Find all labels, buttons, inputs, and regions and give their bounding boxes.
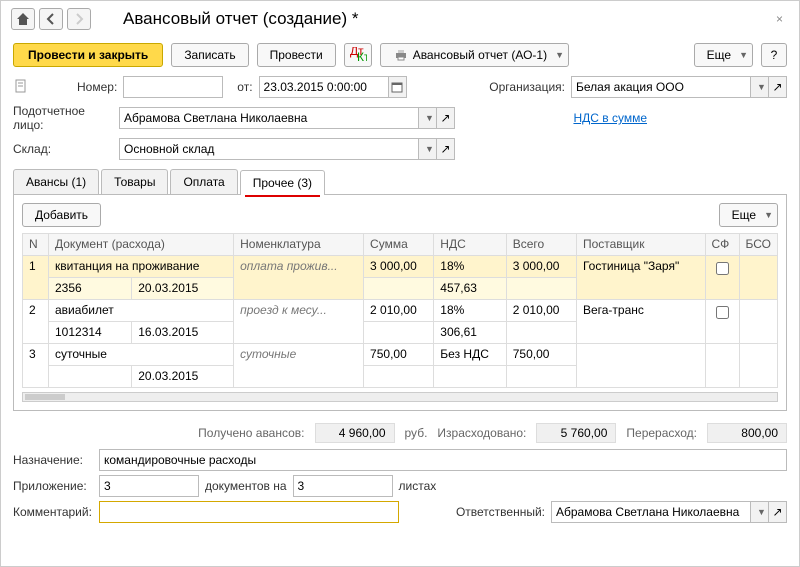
attach-docs-label: документов на xyxy=(205,479,287,493)
attach-pages-label: листах xyxy=(399,479,437,493)
number-input[interactable] xyxy=(123,76,223,98)
help-button[interactable]: ? xyxy=(761,43,787,67)
chevron-down-icon: ▼ xyxy=(757,507,766,517)
purpose-label: Назначение: xyxy=(13,453,93,467)
comment-label: Комментарий: xyxy=(13,505,93,519)
col-sum[interactable]: Сумма xyxy=(364,234,434,256)
more-label: Еще xyxy=(707,48,731,62)
col-vat[interactable]: НДС xyxy=(434,234,506,256)
attach-docs-input[interactable] xyxy=(99,475,199,497)
number-label: Номер: xyxy=(77,80,117,94)
responsible-input[interactable] xyxy=(551,501,751,523)
person-open-button[interactable]: ↗ xyxy=(437,107,455,129)
responsible-label: Ответственный: xyxy=(456,505,545,519)
grid-more-button[interactable]: Еще▼ xyxy=(719,203,778,227)
col-sf[interactable]: СФ xyxy=(705,234,739,256)
window-title: Авансовый отчет (создание) * xyxy=(123,9,359,29)
open-icon: ↗ xyxy=(772,505,782,519)
sf-checkbox[interactable] xyxy=(716,306,729,319)
open-icon: ↗ xyxy=(440,142,450,156)
chevron-down-icon: ▼ xyxy=(555,50,564,60)
close-button[interactable]: × xyxy=(770,10,789,28)
chevron-down-icon: ▼ xyxy=(425,144,434,154)
col-bso[interactable]: БСО xyxy=(739,234,777,256)
person-input[interactable] xyxy=(119,107,419,129)
org-label: Организация: xyxy=(489,80,565,94)
horizontal-scrollbar[interactable] xyxy=(22,392,778,402)
warehouse-input[interactable] xyxy=(119,138,419,160)
org-dropdown-button[interactable]: ▼ xyxy=(751,76,769,98)
chevron-down-icon: ▼ xyxy=(739,50,748,60)
post-button[interactable]: Провести xyxy=(257,43,336,67)
tab-other[interactable]: Прочее (3) xyxy=(240,170,325,195)
calendar-icon xyxy=(391,81,403,93)
over-label: Перерасход: xyxy=(626,426,697,440)
sf-checkbox[interactable] xyxy=(716,262,729,275)
chevron-down-icon: ▼ xyxy=(757,82,766,92)
back-button[interactable] xyxy=(39,8,63,30)
home-button[interactable] xyxy=(11,8,35,30)
col-nomen[interactable]: Номенклатура xyxy=(234,234,364,256)
person-label: Подотчетное лицо: xyxy=(13,104,113,132)
open-icon: ↗ xyxy=(440,111,450,125)
arrow-right-icon xyxy=(71,11,87,27)
chevron-down-icon: ▼ xyxy=(764,210,773,220)
spent-value: 5 760,00 xyxy=(536,423,616,443)
org-open-button[interactable]: ↗ xyxy=(769,76,787,98)
home-icon xyxy=(15,11,31,27)
warehouse-dropdown-button[interactable]: ▼ xyxy=(419,138,437,160)
org-input[interactable] xyxy=(571,76,751,98)
printer-icon xyxy=(393,47,409,63)
over-value: 800,00 xyxy=(707,423,787,443)
table-row[interactable]: 3 суточные суточные 750,00 Без НДС 750,0… xyxy=(23,344,778,366)
date-input[interactable] xyxy=(259,76,389,98)
col-supplier[interactable]: Поставщик xyxy=(576,234,705,256)
open-icon: ↗ xyxy=(772,80,782,94)
col-n[interactable]: N xyxy=(23,234,49,256)
tab-bar: Авансы (1) Товары Оплата Прочее (3) xyxy=(13,169,787,195)
warehouse-open-button[interactable]: ↗ xyxy=(437,138,455,160)
print-label: Авансовый отчет (АО-1) xyxy=(413,48,547,62)
arrow-left-icon xyxy=(43,11,59,27)
expense-grid[interactable]: N Документ (расхода) Номенклатура Сумма … xyxy=(22,233,778,388)
table-row[interactable]: 1 квитанция на проживание оплата прожив.… xyxy=(23,256,778,278)
attach-pages-input[interactable] xyxy=(293,475,393,497)
more-button[interactable]: Еще ▼ xyxy=(694,43,753,67)
col-total[interactable]: Всего xyxy=(506,234,576,256)
save-button[interactable]: Записать xyxy=(171,43,248,67)
document-icon xyxy=(13,78,29,97)
tab-advances[interactable]: Авансы (1) xyxy=(13,169,99,194)
responsible-dropdown-button[interactable]: ▼ xyxy=(751,501,769,523)
vat-mode-link[interactable]: НДС в сумме xyxy=(573,111,647,125)
currency-label: руб. xyxy=(405,426,428,440)
dt-kt-button[interactable]: ДтКт xyxy=(344,43,372,67)
svg-text:Кт: Кт xyxy=(357,50,367,63)
col-doc[interactable]: Документ (расхода) xyxy=(49,234,234,256)
comment-input[interactable] xyxy=(99,501,399,523)
tab-goods[interactable]: Товары xyxy=(101,169,168,194)
print-button[interactable]: Авансовый отчет (АО-1) ▼ xyxy=(380,43,569,67)
calendar-button[interactable] xyxy=(389,76,407,98)
attach-label: Приложение: xyxy=(13,479,93,493)
post-and-close-button[interactable]: Провести и закрыть xyxy=(13,43,163,67)
spent-label: Израсходовано: xyxy=(437,426,526,440)
purpose-input[interactable] xyxy=(99,449,787,471)
advance-label: Получено авансов: xyxy=(198,426,304,440)
forward-button[interactable] xyxy=(67,8,91,30)
add-row-button[interactable]: Добавить xyxy=(22,203,101,227)
debit-credit-icon: ДтКт xyxy=(349,47,367,63)
advance-value: 4 960,00 xyxy=(315,423,395,443)
person-dropdown-button[interactable]: ▼ xyxy=(419,107,437,129)
responsible-open-button[interactable]: ↗ xyxy=(769,501,787,523)
table-row[interactable]: 2 авиабилет проезд к месу... 2 010,00 18… xyxy=(23,300,778,322)
tab-payment[interactable]: Оплата xyxy=(170,169,237,194)
chevron-down-icon: ▼ xyxy=(425,113,434,123)
date-label: от: xyxy=(237,80,252,94)
warehouse-label: Склад: xyxy=(13,142,113,156)
